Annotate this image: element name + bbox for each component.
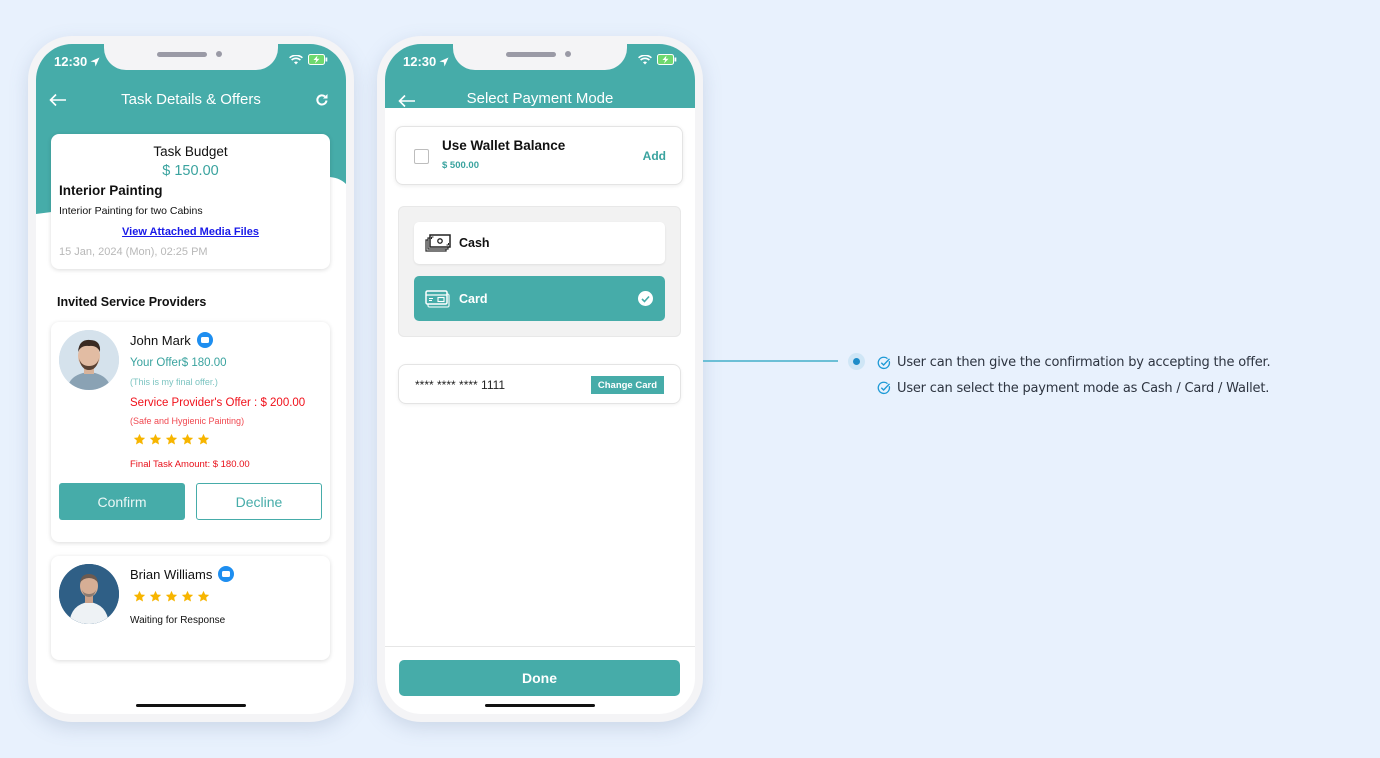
provider-offer: Service Provider's Offer : $ 200.00 [130, 397, 306, 409]
star-rating [133, 590, 210, 603]
battery-icon [657, 54, 677, 65]
decline-button[interactable]: Decline [196, 483, 322, 520]
saved-card-row: **** **** **** 1111 Change Card [398, 364, 681, 404]
location-arrow-icon [90, 57, 100, 66]
home-indicator [485, 704, 595, 707]
star-icon [133, 433, 146, 445]
phone-payment-mode: 12:30 Select Payment Mode Use Wallet Bal… [377, 36, 703, 722]
phone-task-details: 12:30 Task Details & Offers Task Budget … [28, 36, 354, 722]
selected-check-icon [638, 291, 653, 306]
add-wallet-button[interactable]: Add [643, 149, 666, 163]
wallet-amount: $ 500.00 [442, 160, 479, 171]
status-time-text: 12:30 [54, 54, 88, 69]
payment-mode-options: Cash Card [398, 206, 681, 337]
star-icon [165, 433, 178, 445]
task-budget-card: Task Budget $ 150.00 Interior Painting I… [51, 134, 330, 269]
star-icon [197, 433, 210, 445]
location-arrow-icon [439, 57, 449, 66]
star-icon [181, 433, 194, 445]
refresh-icon[interactable] [314, 92, 330, 108]
page-title: Select Payment Mode [466, 90, 614, 107]
confirm-button[interactable]: Confirm [59, 483, 185, 520]
person-photo-icon [59, 330, 119, 390]
card-icon [425, 289, 450, 308]
annotation-bullet-text: User can select the payment mode as Cash… [897, 381, 1270, 395]
star-icon [165, 590, 178, 602]
task-date: 15 Jan, 2024 (Mon), 02:25 PM [59, 246, 208, 258]
wifi-icon [638, 54, 652, 64]
masked-card-number: **** **** **** 1111 [415, 378, 506, 392]
your-offer-note: (This is my final offer.) [130, 377, 218, 387]
star-icon [197, 590, 210, 602]
provider-name: John Mark [130, 332, 191, 348]
change-card-button[interactable]: Change Card [590, 376, 664, 394]
chat-icon[interactable] [196, 332, 213, 348]
annotation-bullet-text: User can then give the confirmation by a… [897, 355, 1271, 370]
provider-offer-note: (Safe and Hygienic Painting) [130, 416, 245, 426]
provider-name-row: John Mark [130, 332, 213, 348]
task-details-screen: 12:30 Task Details & Offers Task Budget … [36, 44, 346, 714]
star-icon [133, 590, 146, 602]
status-icons [638, 54, 677, 65]
annotation-bullet: User can then give the confirmation by a… [877, 355, 1271, 370]
wallet-balance-card: Use Wallet Balance $ 500.00 Add [395, 126, 683, 185]
annotation-bullet: User can select the payment mode as Cash… [877, 381, 1269, 395]
notch [453, 44, 627, 70]
cash-icon [425, 234, 451, 252]
battery-icon [308, 54, 328, 65]
avatar [59, 564, 119, 624]
task-budget-value: $ 150.00 [162, 163, 219, 179]
status-time: 12:30 [54, 54, 100, 69]
your-offer: Your Offer$ 180.00 [130, 357, 227, 369]
wifi-icon [289, 54, 303, 64]
star-icon [149, 590, 162, 602]
notch [104, 44, 278, 70]
provider-card: John Mark Your Offer$ 180.00 (This is my… [51, 322, 330, 542]
provider-name-row: Brian Williams [130, 566, 235, 582]
use-wallet-checkbox[interactable] [414, 149, 429, 164]
star-icon [149, 433, 162, 445]
provider-card: Brian Williams Waiting for Response [51, 556, 330, 660]
payment-option-label: Card [459, 291, 488, 306]
home-indicator [136, 704, 246, 707]
payment-option-cash[interactable]: Cash [414, 222, 665, 264]
footer-divider [385, 646, 695, 647]
annotation-connector-line [703, 360, 838, 362]
chat-icon[interactable] [218, 566, 235, 582]
section-title-providers: Invited Service Providers [57, 295, 207, 309]
final-task-amount: Final Task Amount: $ 180.00 [130, 459, 250, 470]
status-time-text: 12:30 [403, 54, 437, 69]
payment-option-card[interactable]: Card [414, 276, 665, 321]
provider-status: Waiting for Response [130, 615, 226, 626]
star-icon [181, 590, 194, 602]
person-photo-icon [59, 564, 119, 624]
check-circle-icon [877, 356, 891, 369]
status-time: 12:30 [403, 54, 449, 69]
task-description: Interior Painting for two Cabins [59, 205, 203, 217]
done-button[interactable]: Done [399, 660, 680, 696]
star-rating [133, 433, 210, 446]
payment-mode-screen: 12:30 Select Payment Mode Use Wallet Bal… [385, 44, 695, 714]
avatar [59, 330, 119, 390]
view-media-files-link[interactable]: View Attached Media Files [51, 226, 330, 238]
provider-name: Brian Williams [130, 566, 213, 582]
status-icons [289, 54, 328, 65]
wallet-label: Use Wallet Balance [442, 138, 566, 153]
check-circle-icon [877, 381, 891, 395]
page-title: Task Details & Offers [121, 91, 261, 108]
annotation-dot [848, 353, 865, 370]
task-budget-label: Task Budget [153, 144, 228, 159]
payment-option-label: Cash [459, 236, 490, 250]
task-title: Interior Painting [59, 183, 163, 198]
